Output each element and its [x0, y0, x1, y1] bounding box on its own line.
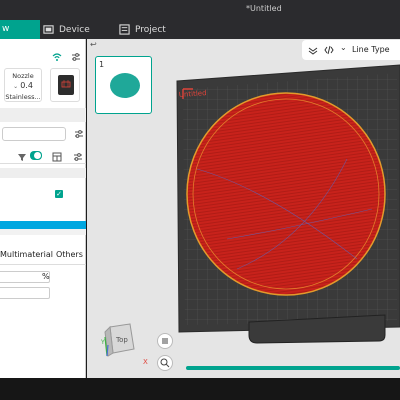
- selected-object-row[interactable]: [0, 221, 86, 229]
- plate-thumbnail-preview: [110, 73, 140, 98]
- hamburger-icon: [162, 338, 168, 344]
- build-plate-icon: [58, 75, 74, 95]
- divider: [0, 264, 86, 265]
- setting-checkbox[interactable]: ✓: [55, 190, 63, 198]
- nozzle-selector[interactable]: Nozzle ⌄ 0.4 Stainless...: [4, 68, 42, 102]
- plate-number: 1: [99, 60, 105, 69]
- tab-device-label: Device: [59, 24, 90, 35]
- line-type-select[interactable]: Line Type: [352, 45, 390, 54]
- value-input[interactable]: [0, 287, 50, 299]
- navigation-cube[interactable]: Top: [104, 323, 138, 357]
- tab-project[interactable]: Project: [119, 22, 166, 37]
- menu-button[interactable]: [157, 333, 173, 349]
- nozzle-value: 0.4: [20, 81, 33, 90]
- collapse-icon[interactable]: ↩: [90, 40, 97, 49]
- section-header: [0, 108, 86, 122]
- wifi-icon[interactable]: [52, 52, 62, 62]
- sliders-icon[interactable]: [73, 152, 83, 162]
- plate-type-selector[interactable]: [50, 68, 80, 102]
- cube-face-label: Top: [115, 336, 128, 344]
- axis-x-label: X: [143, 358, 148, 366]
- settings-tabs: Multimaterial Others: [0, 250, 86, 262]
- axis-y-label: Y: [101, 339, 105, 346]
- sliders-icon[interactable]: [74, 129, 84, 139]
- nozzle-label: Nozzle: [12, 72, 34, 80]
- layer-slider[interactable]: [186, 366, 400, 370]
- divider: [0, 229, 86, 235]
- nozzle-material: Stainless...: [5, 93, 41, 101]
- percent-unit: %: [42, 272, 50, 281]
- zoom-icon: [160, 358, 170, 368]
- tab-others[interactable]: Others: [56, 250, 83, 259]
- tab-prepare-label: w: [2, 24, 10, 34]
- section-header: [0, 168, 86, 178]
- project-icon: [119, 24, 130, 35]
- window-title: *Untitled: [246, 4, 282, 13]
- advanced-toggle[interactable]: [30, 151, 42, 160]
- tab-prepare[interactable]: w: [0, 20, 40, 39]
- tab-multimaterial[interactable]: Multimaterial: [0, 250, 53, 259]
- tab-project-label: Project: [135, 24, 166, 35]
- zoom-button[interactable]: [157, 355, 173, 371]
- chevron-down-icon: ⌄: [13, 83, 19, 90]
- printed-disc: [186, 92, 386, 296]
- gcode-icon[interactable]: [324, 45, 334, 55]
- filament-field[interactable]: [2, 127, 66, 141]
- sliders-icon[interactable]: [71, 52, 81, 62]
- printer-row: [0, 52, 86, 62]
- check-icon: ✓: [56, 190, 62, 198]
- chevron-down-icon[interactable]: ⌄: [340, 43, 347, 52]
- compare-icon[interactable]: [52, 152, 62, 162]
- tab-device[interactable]: Device: [43, 22, 90, 37]
- filter-icon[interactable]: [17, 152, 27, 162]
- plate-pattern-icon: [61, 80, 71, 88]
- device-icon: [43, 25, 54, 34]
- title-bar: *Untitled: [0, 0, 400, 20]
- toggle-knob: [34, 152, 41, 159]
- nozzle-value-row: ⌄ 0.4: [5, 81, 41, 92]
- app-window: *Untitled w Device Project Nozzle ⌄ 0.4 …: [0, 0, 400, 400]
- layers-icon[interactable]: [308, 45, 318, 55]
- status-bar: [0, 378, 400, 400]
